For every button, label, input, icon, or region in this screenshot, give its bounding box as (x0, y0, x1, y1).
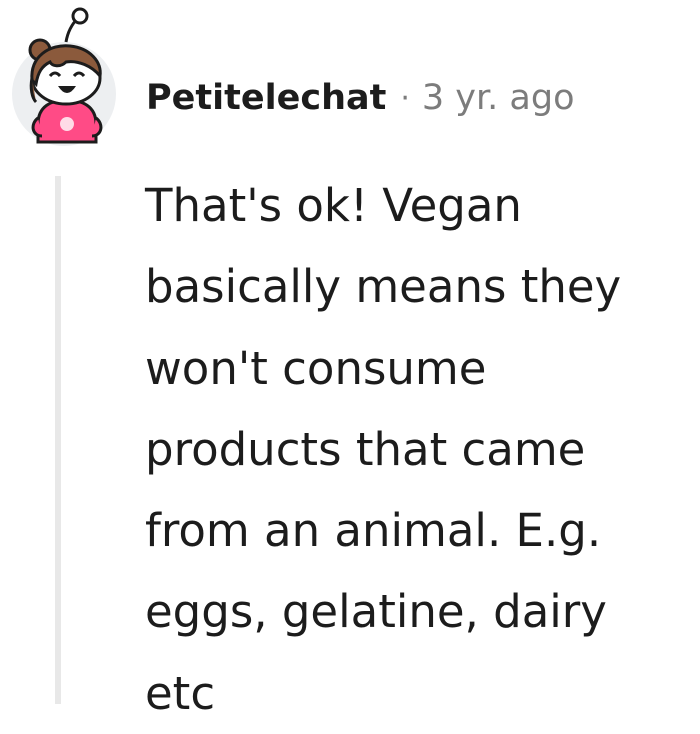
comment-meta: Petitelechat · 3 yr. ago (146, 76, 575, 120)
comment-body-line: That's ok! Vegan (145, 179, 522, 232)
comment-body-line: eggs, gelatine, dairy (145, 585, 607, 639)
snoo-avatar-icon (12, 7, 116, 146)
comment-body-line: products that came (145, 422, 586, 476)
comment-body-line: etc (145, 666, 216, 720)
timestamp[interactable]: 3 yr. ago (422, 78, 575, 118)
comment-body-line: basically means they (145, 260, 622, 314)
thread-line[interactable] (55, 176, 61, 704)
comment-body-line: from an animal. E.g. (145, 504, 602, 558)
author-name[interactable]: Petitelechat (146, 78, 386, 118)
comment-body-line: won't consume (145, 341, 487, 395)
comment-body: That's ok! Vegan basically means they wo… (145, 165, 685, 734)
user-avatar[interactable] (8, 6, 120, 148)
comment: Petitelechat · 3 yr. ago That's ok! Vega… (0, 0, 700, 720)
meta-separator: · (400, 80, 410, 116)
